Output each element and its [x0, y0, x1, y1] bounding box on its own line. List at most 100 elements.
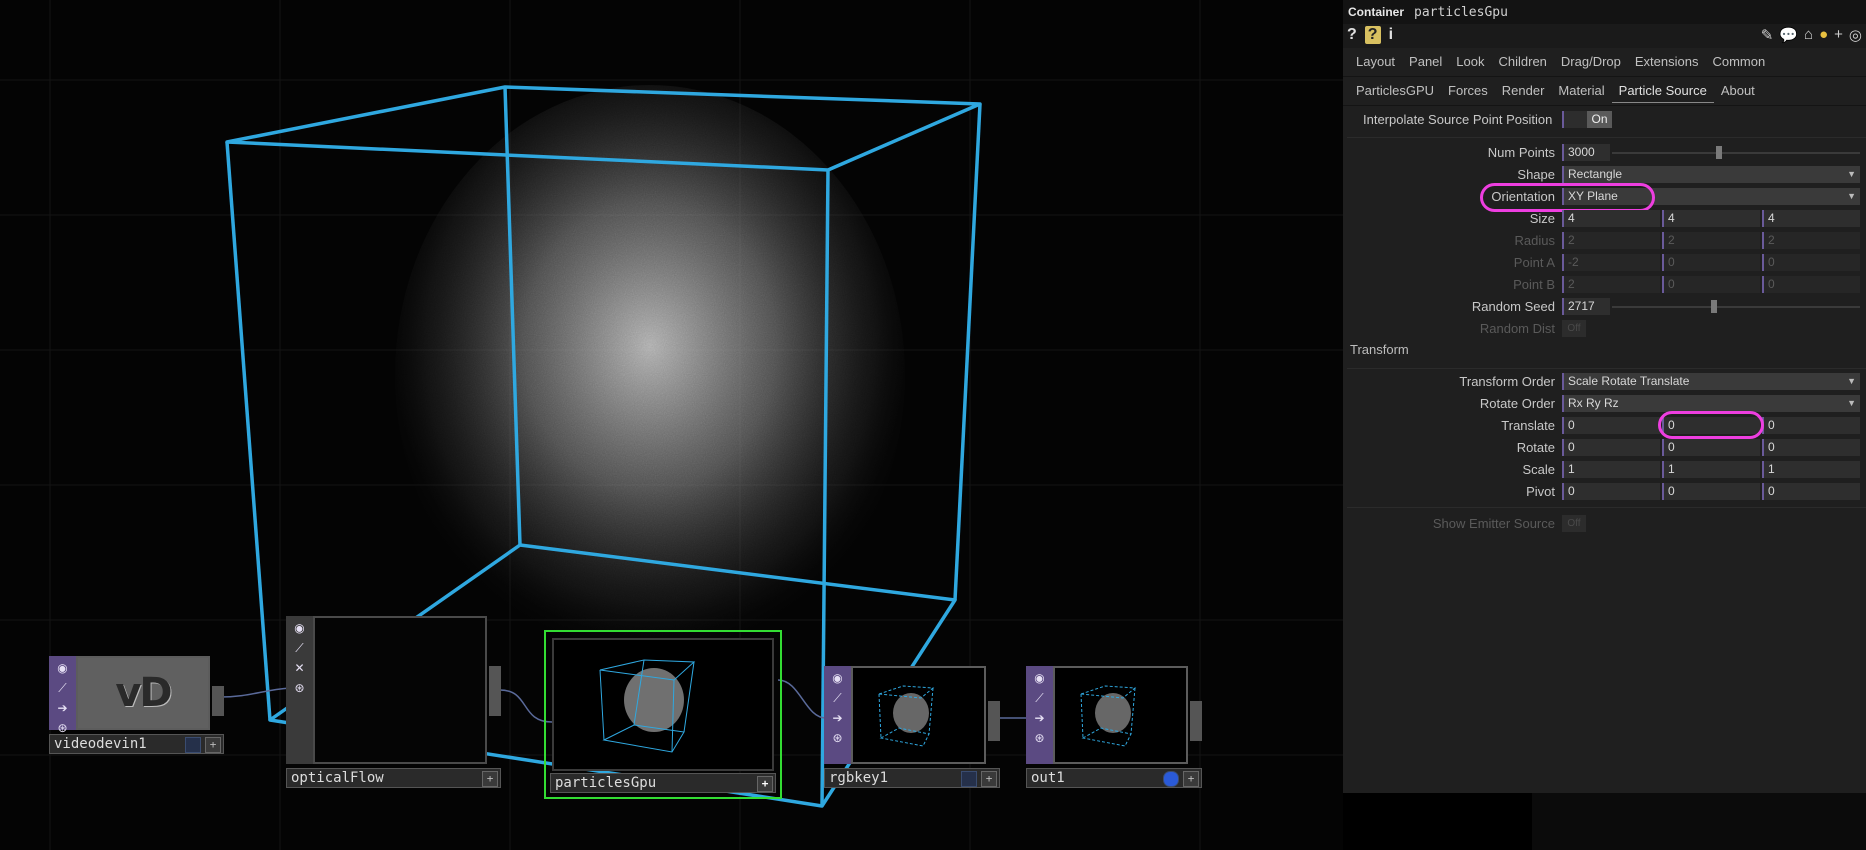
bypass-icon[interactable]: ⟋: [292, 640, 308, 656]
rotate-x-field[interactable]: 0: [1562, 439, 1660, 456]
bypass-icon[interactable]: ⟋: [830, 690, 846, 706]
tab-extensions[interactable]: Extensions: [1628, 51, 1706, 73]
viewer-icon[interactable]: ◉: [55, 660, 71, 676]
orientation-menu[interactable]: XY Plane ▼: [1562, 188, 1860, 205]
output-connector[interactable]: [988, 701, 1000, 741]
node-particlesGpu[interactable]: particlesGpu +: [544, 630, 782, 799]
num-points-field[interactable]: 3000: [1562, 144, 1610, 161]
viewer-toggle-button[interactable]: [1163, 771, 1179, 787]
arrow-icon[interactable]: ➔: [55, 700, 71, 716]
transform-order-menu[interactable]: Scale Rotate Translate ▼: [1562, 373, 1860, 390]
bypass-icon[interactable]: ⟋: [55, 680, 71, 696]
scale-z-field[interactable]: 1: [1762, 461, 1860, 478]
viewer-icon[interactable]: ◉: [830, 670, 846, 686]
viewer-toggle-button[interactable]: [185, 737, 201, 753]
param-label: Radius: [1514, 233, 1555, 248]
interpolate-toggle[interactable]: On: [1562, 111, 1612, 128]
param-size: Size 4 4 4: [1343, 209, 1866, 229]
viewer-toggle-button[interactable]: [961, 771, 977, 787]
node-videodevin1[interactable]: ◉ ⟋ ➔ ⊛ vD videodevin1 +: [49, 656, 224, 754]
output-connector[interactable]: [212, 686, 224, 716]
arrow-icon[interactable]: ➔: [830, 710, 846, 726]
tab-panel[interactable]: Panel: [1402, 51, 1449, 73]
param-label: Random Dist: [1479, 321, 1555, 336]
clone-icon[interactable]: ⊛: [292, 680, 308, 696]
param-random-dist: Random Dist Off: [1343, 319, 1866, 339]
node-name-label[interactable]: particlesGpu +: [550, 773, 776, 793]
menu-value: Rectangle: [1568, 167, 1623, 181]
tab-material[interactable]: Material: [1551, 80, 1611, 102]
node-name-label[interactable]: videodevin1 +: [49, 734, 224, 754]
shape-menu[interactable]: Rectangle ▼: [1562, 166, 1860, 183]
pencil-icon[interactable]: ✎: [1761, 26, 1774, 44]
node-rgbkey1[interactable]: ◉ ⟋ ➔ ⊛ rgbkey1 +: [824, 666, 1000, 788]
node-add-button[interactable]: +: [1183, 771, 1199, 787]
tab-children[interactable]: Children: [1492, 51, 1554, 73]
tab-drag-drop[interactable]: Drag/Drop: [1554, 51, 1628, 73]
slider-knob[interactable]: [1716, 146, 1723, 159]
tab-look[interactable]: Look: [1449, 51, 1491, 73]
node-name-label[interactable]: rgbkey1 +: [824, 768, 1000, 788]
rotate-y-field[interactable]: 0: [1662, 439, 1760, 456]
op-name-field[interactable]: particlesGpu: [1414, 5, 1508, 20]
target-icon[interactable]: ◎: [1849, 26, 1862, 44]
clone-icon[interactable]: ⊛: [830, 730, 846, 746]
translate-z-field[interactable]: 0: [1762, 417, 1860, 434]
size-z-field[interactable]: 4: [1762, 210, 1860, 227]
python-icon[interactable]: ●: [1819, 26, 1828, 44]
tab-about[interactable]: About: [1714, 80, 1762, 102]
info-icon[interactable]: i: [1389, 26, 1393, 44]
node-add-button[interactable]: +: [482, 771, 498, 787]
tab-render[interactable]: Render: [1495, 80, 1552, 102]
comment-icon[interactable]: 💬: [1779, 26, 1798, 44]
param-interpolate: Interpolate Source Point Position On: [1343, 110, 1866, 130]
slider-knob[interactable]: [1711, 300, 1718, 313]
pivot-x-field[interactable]: 0: [1562, 483, 1660, 500]
node-opticalFlow[interactable]: ◉ ⟋ ✕ ⊛ opticalFlow +: [286, 616, 501, 788]
node-add-button[interactable]: +: [981, 771, 997, 787]
node-name-label[interactable]: opticalFlow +: [286, 768, 501, 788]
size-x-field[interactable]: 4: [1562, 210, 1660, 227]
node-thumbnail: [552, 638, 774, 771]
op-help-icon[interactable]: ?: [1364, 26, 1381, 44]
param-label: Shape: [1517, 167, 1555, 182]
viewer-icon[interactable]: ◉: [292, 620, 308, 636]
pivot-z-field[interactable]: 0: [1762, 483, 1860, 500]
particles-preview: [599, 659, 696, 753]
rotate-z-field[interactable]: 0: [1762, 439, 1860, 456]
param-rotate: Rotate 0 0 0: [1343, 438, 1866, 458]
viewer-icon[interactable]: ◉: [1032, 670, 1048, 686]
help-icon[interactable]: ?: [1347, 26, 1357, 44]
size-y-field[interactable]: 4: [1662, 210, 1760, 227]
random-seed-field[interactable]: 2717: [1562, 298, 1610, 315]
tab-forces[interactable]: Forces: [1441, 80, 1495, 102]
bookmark-icon[interactable]: ⌂: [1804, 26, 1813, 44]
scale-y-field[interactable]: 1: [1662, 461, 1760, 478]
bypass-icon[interactable]: ⟋: [1032, 690, 1048, 706]
param-label: Orientation: [1491, 189, 1555, 204]
output-connector[interactable]: [1190, 701, 1202, 741]
output-connector[interactable]: [489, 666, 501, 716]
arrow-icon[interactable]: ➔: [1032, 710, 1048, 726]
translate-y-field[interactable]: 0: [1662, 417, 1760, 434]
network-editor[interactable]: ◉ ⟋ ➔ ⊛ vD videodevin1 + ◉ ⟋ ✕ ⊛ optical…: [0, 0, 1343, 850]
tab-common[interactable]: Common: [1705, 51, 1772, 73]
translate-x-field[interactable]: 0: [1562, 417, 1660, 434]
tab-particle-source[interactable]: Particle Source: [1611, 80, 1714, 103]
node-add-button[interactable]: +: [205, 737, 221, 753]
tab-particlesgpu[interactable]: ParticlesGPU: [1349, 80, 1441, 102]
point-a-y-field: 0: [1662, 254, 1760, 271]
clone-icon[interactable]: ⊛: [1032, 730, 1048, 746]
node-out1[interactable]: ◉ ⟋ ➔ ⊛ out1 +: [1026, 666, 1202, 788]
param-show-emitter: Show Emitter Source Off: [1343, 514, 1866, 534]
pivot-y-field[interactable]: 0: [1662, 483, 1760, 500]
num-points-slider[interactable]: [1612, 146, 1860, 159]
rotate-order-menu[interactable]: Rx Ry Rz ▼: [1562, 395, 1860, 412]
node-add-button[interactable]: +: [757, 776, 773, 792]
close-icon[interactable]: ✕: [292, 660, 308, 676]
node-name-label[interactable]: out1 +: [1026, 768, 1202, 788]
random-seed-slider[interactable]: [1612, 300, 1860, 313]
tab-layout[interactable]: Layout: [1349, 51, 1402, 73]
plus-icon[interactable]: +: [1834, 26, 1843, 44]
scale-x-field[interactable]: 1: [1562, 461, 1660, 478]
